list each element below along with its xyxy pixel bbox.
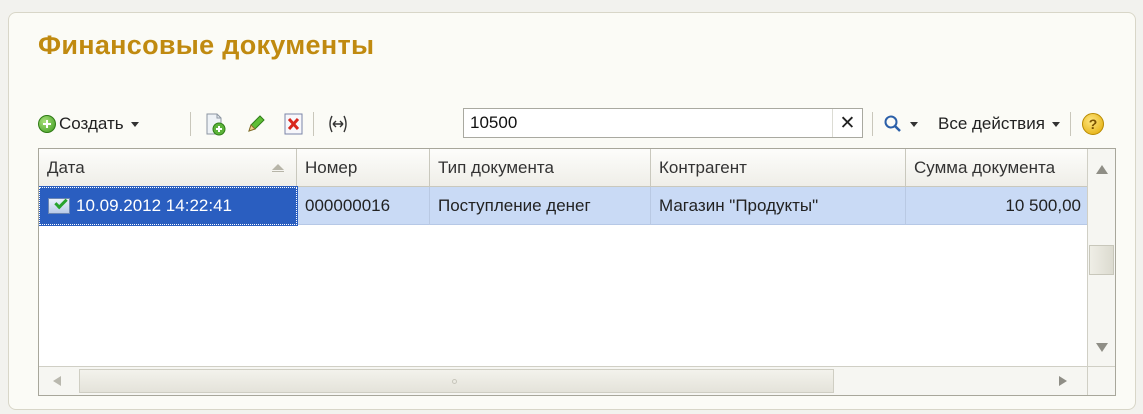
copy-document-icon (206, 113, 226, 136)
scroll-left-button[interactable] (43, 363, 70, 395)
sort-ascending-icon (272, 164, 284, 172)
table-header: Дата Номер Тип документа Контрагент Сумм… (39, 149, 1087, 187)
horizontal-scrollbar[interactable] (39, 366, 1087, 395)
column-header-doc-type[interactable]: Тип документа (430, 149, 651, 187)
chevron-down-icon (910, 121, 918, 127)
arrow-left-icon (52, 376, 61, 386)
clear-icon[interactable]: ✕ (832, 109, 862, 137)
delete-icon (284, 113, 303, 135)
cell-doc-type[interactable]: Поступление денег (430, 187, 651, 225)
grip-icon (452, 379, 457, 384)
toolbar: Создать ✕ (38, 108, 1128, 140)
fit-width-icon (329, 115, 347, 133)
documents-table[interactable]: Дата Номер Тип документа Контрагент Сумм… (38, 148, 1116, 396)
vertical-scroll-thumb[interactable] (1089, 245, 1114, 275)
horizontal-scroll-thumb[interactable] (79, 369, 834, 393)
posted-document-icon (48, 195, 70, 214)
edit-pencil-icon (248, 115, 265, 132)
create-button-label: Создать (59, 114, 124, 133)
cell-number[interactable]: 000000016 (297, 187, 430, 225)
add-circle-icon (38, 115, 56, 133)
table-row[interactable]: 10.09.2012 14:22:41 000000016 Поступлени… (39, 186, 1087, 226)
search-field[interactable]: ✕ (463, 108, 863, 138)
toolbar-separator (190, 112, 191, 136)
cell-date[interactable]: 10.09.2012 14:22:41 (39, 186, 298, 226)
cell-counterparty[interactable]: Магазин "Продукты" (651, 187, 906, 225)
copy-button[interactable] (203, 108, 227, 140)
create-button[interactable]: Создать (38, 108, 139, 140)
all-actions-button[interactable]: Все действия (938, 108, 1060, 140)
column-header-counterparty[interactable]: Контрагент (651, 149, 906, 187)
chevron-down-icon (1051, 121, 1060, 127)
column-header-amount[interactable]: Сумма документа (906, 149, 1087, 187)
cell-amount[interactable]: 10 500,00 (906, 187, 1087, 225)
scrollbar-corner (1087, 366, 1115, 395)
column-header-date[interactable]: Дата (39, 149, 297, 187)
help-button[interactable]: ? (1082, 108, 1104, 140)
column-header-number[interactable]: Номер (297, 149, 430, 187)
scroll-right-button[interactable] (1049, 363, 1076, 395)
vertical-scrollbar[interactable] (1087, 149, 1115, 367)
toolbar-separator (1070, 112, 1071, 136)
fit-width-button[interactable] (326, 108, 350, 140)
arrow-down-icon (1095, 342, 1108, 352)
page-title: Финансовые документы (38, 30, 375, 60)
all-actions-label: Все действия (938, 114, 1045, 133)
toolbar-separator (313, 112, 314, 136)
help-icon: ? (1082, 113, 1104, 135)
arrow-up-icon (1095, 164, 1108, 174)
delete-button[interactable] (283, 108, 305, 140)
scroll-down-button[interactable] (1088, 329, 1115, 365)
edit-button[interactable] (245, 108, 267, 140)
search-icon (884, 115, 901, 132)
scroll-up-button[interactable] (1088, 151, 1115, 187)
toolbar-separator (872, 112, 873, 136)
chevron-down-icon (130, 121, 139, 127)
search-input[interactable] (464, 109, 832, 137)
search-options-button[interactable] (883, 108, 918, 140)
arrow-right-icon (1058, 376, 1067, 386)
